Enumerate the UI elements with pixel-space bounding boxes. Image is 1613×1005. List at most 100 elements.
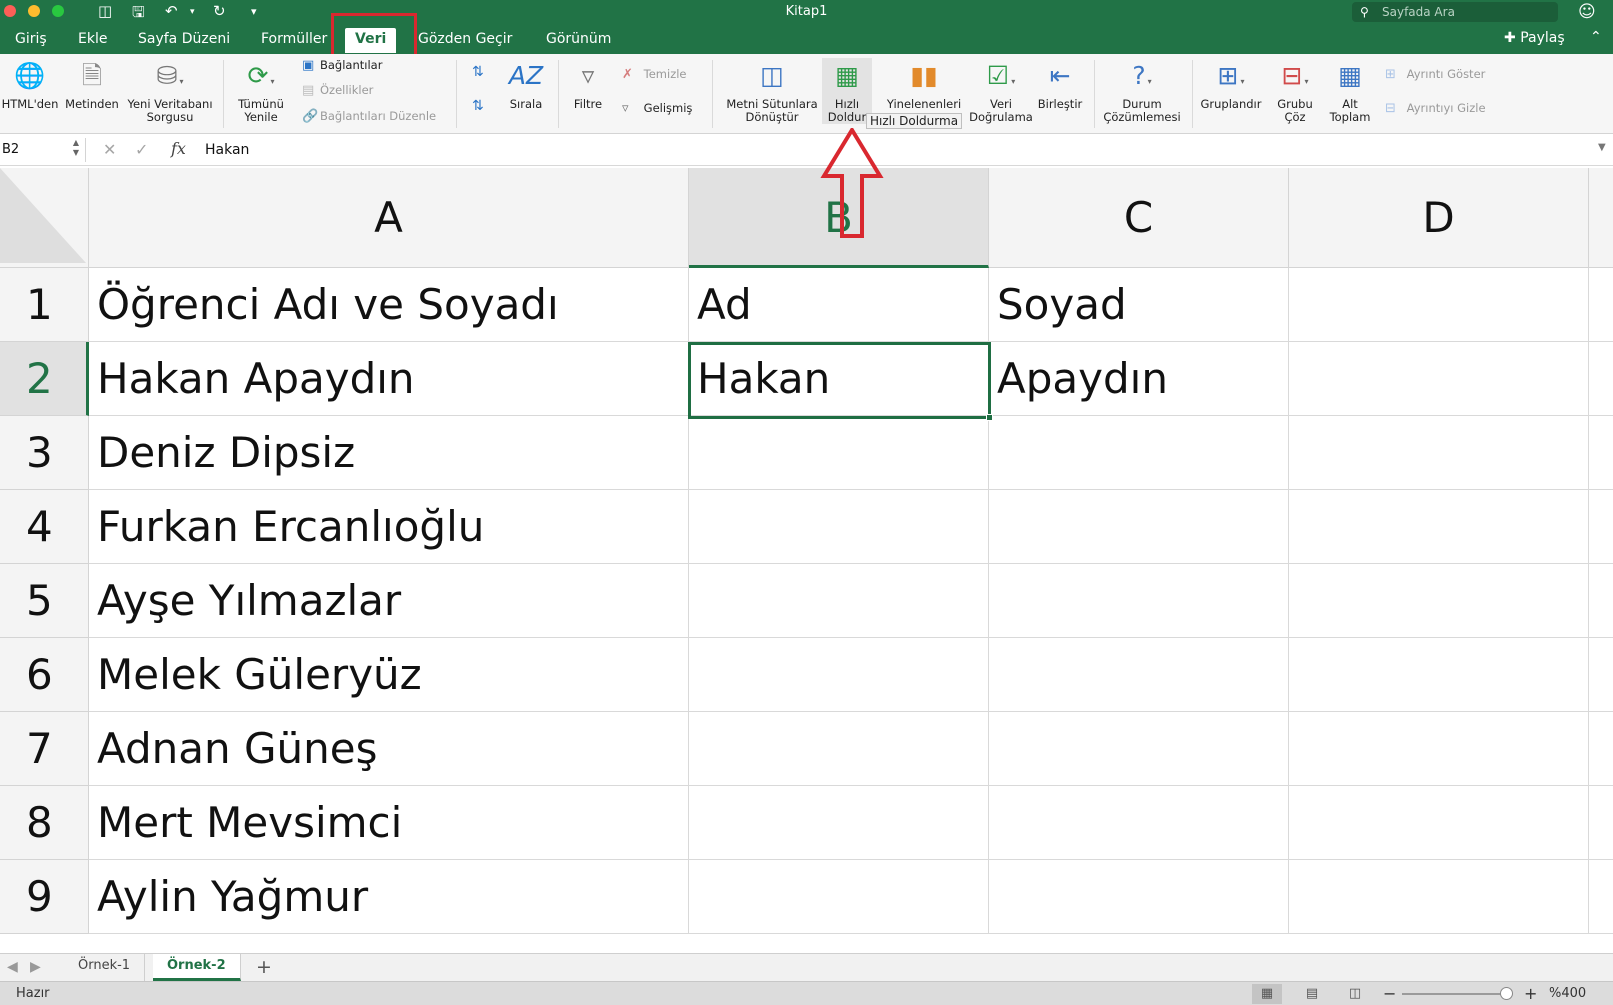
text-to-columns-button[interactable]: ◫ Metni Sütunlara Dönüştür <box>722 58 822 124</box>
sheet-tab-ornek-2[interactable]: Örnek-2 <box>153 954 241 981</box>
page-layout-view-icon[interactable]: ▤ <box>1297 984 1327 1004</box>
tab-review[interactable]: Gözden Geçir <box>418 31 512 47</box>
properties-button[interactable]: ▤ Özellikler <box>302 83 373 98</box>
connections-button[interactable]: ▣ Bağlantılar <box>302 58 382 73</box>
feedback-smiley-icon[interactable]: ☺ <box>1578 2 1596 22</box>
cancel-icon[interactable]: ✕ <box>103 140 116 159</box>
cell-a7[interactable]: Adnan Güneş <box>89 712 689 786</box>
previous-sheet-icon[interactable]: ◀ <box>7 959 18 975</box>
row-header-9[interactable]: 9 <box>0 860 89 934</box>
cell-d9[interactable] <box>1289 860 1589 934</box>
name-box-stepper-icon[interactable]: ▲ ▼ <box>73 138 79 158</box>
new-database-query-button[interactable]: ⛁ ▾ Yeni Veritabanı Sorgusu <box>124 58 216 124</box>
sort-ascending-button[interactable]: ⇅ <box>472 64 484 80</box>
cell-d3[interactable] <box>1289 416 1589 490</box>
row-header-3[interactable]: 3 <box>0 416 89 490</box>
cell-b7[interactable] <box>689 712 989 786</box>
cell-c1[interactable]: Soyad <box>989 268 1289 342</box>
cell-c8[interactable] <box>989 786 1289 860</box>
formula-input[interactable]: Hakan <box>205 142 249 158</box>
cell-b8[interactable] <box>689 786 989 860</box>
tab-view[interactable]: Görünüm <box>546 31 611 47</box>
cell-e1[interactable] <box>1589 268 1613 342</box>
tab-formulas[interactable]: Formüller <box>261 31 327 47</box>
clear-filter-button[interactable]: ✗ Temizle <box>622 67 687 82</box>
column-header-c[interactable]: C <box>989 168 1289 268</box>
column-header-a[interactable]: A <box>89 168 689 268</box>
cell-b4[interactable] <box>689 490 989 564</box>
collapse-ribbon-icon[interactable]: ⌃ <box>1590 29 1602 45</box>
remove-duplicates-button[interactable]: ▮▮ Yinelenenleri <box>878 58 970 111</box>
cell-c7[interactable] <box>989 712 1289 786</box>
cell-c3[interactable] <box>989 416 1289 490</box>
cell-a6[interactable]: Melek Güleryüz <box>89 638 689 712</box>
cell-a3[interactable]: Deniz Dipsiz <box>89 416 689 490</box>
cell-b5[interactable] <box>689 564 989 638</box>
row-header-5[interactable]: 5 <box>0 564 89 638</box>
sort-descending-button[interactable]: ⇅ <box>472 98 484 114</box>
refresh-all-button[interactable]: ⟳ ▾ Tümünü Yenile <box>230 58 292 124</box>
cell-d7[interactable] <box>1289 712 1589 786</box>
cell-e2[interactable] <box>1589 342 1613 416</box>
cell-c6[interactable] <box>989 638 1289 712</box>
cell-e3[interactable] <box>1589 416 1613 490</box>
enter-checkmark-icon[interactable]: ✓ <box>135 140 148 159</box>
cell-b3[interactable] <box>689 416 989 490</box>
ungroup-button[interactable]: ⊟ ▾ Grubu Çöz <box>1268 58 1322 124</box>
tab-page-layout[interactable]: Sayfa Düzeni <box>138 31 230 47</box>
cell-d1[interactable] <box>1289 268 1589 342</box>
sort-button[interactable]: AZ Sırala <box>504 58 548 111</box>
sheet-tab-ornek-1[interactable]: Örnek-1 <box>64 954 146 981</box>
column-header-d[interactable]: D <box>1289 168 1589 268</box>
from-text-button[interactable]: 🗎 Metinden <box>64 58 120 111</box>
flash-fill-button[interactable]: ▦ Hızlı Doldur <box>822 58 872 124</box>
cell-e8[interactable] <box>1589 786 1613 860</box>
zoom-in-button[interactable]: + <box>1524 984 1537 1003</box>
cell-c9[interactable] <box>989 860 1289 934</box>
zoom-slider-knob[interactable] <box>1500 987 1513 1000</box>
advanced-filter-button[interactable]: ▿ Gelişmiş <box>622 101 692 116</box>
row-header-2[interactable]: 2 <box>0 342 89 416</box>
cell-d2[interactable] <box>1289 342 1589 416</box>
cell-c5[interactable] <box>989 564 1289 638</box>
cell-b6[interactable] <box>689 638 989 712</box>
tab-home[interactable]: Giriş <box>15 31 47 47</box>
subtotal-button[interactable]: ▦ Alt Toplam <box>1324 58 1376 124</box>
data-validation-button[interactable]: ☑ ▾ Veri Doğrulama <box>966 58 1036 124</box>
cell-a4[interactable]: Furkan Ercanlıoğlu <box>89 490 689 564</box>
cell-e9[interactable] <box>1589 860 1613 934</box>
cell-d6[interactable] <box>1289 638 1589 712</box>
group-button[interactable]: ⊞ ▾ Gruplandır <box>1196 58 1266 111</box>
cell-b1[interactable]: Ad <box>689 268 989 342</box>
cell-e6[interactable] <box>1589 638 1613 712</box>
row-header-4[interactable]: 4 <box>0 490 89 564</box>
zoom-out-button[interactable]: − <box>1383 984 1396 1003</box>
normal-view-icon[interactable]: ▦ <box>1252 984 1282 1004</box>
zoom-level[interactable]: %400 <box>1549 986 1586 1001</box>
cell-c2[interactable]: Apaydın <box>989 342 1289 416</box>
what-if-analysis-button[interactable]: ? ▾ Durum Çözümlemesi <box>1098 58 1186 124</box>
cell-d4[interactable] <box>1289 490 1589 564</box>
column-header-e[interactable] <box>1589 168 1613 268</box>
hide-detail-button[interactable]: ⊟ Ayrıntıyı Gizle <box>1385 101 1486 116</box>
row-header-7[interactable]: 7 <box>0 712 89 786</box>
cell-c4[interactable] <box>989 490 1289 564</box>
select-all-corner[interactable] <box>0 168 89 268</box>
from-html-button[interactable]: 🌐 HTML'den <box>0 58 60 111</box>
insert-function-icon[interactable]: fx <box>171 139 186 158</box>
cell-e7[interactable] <box>1589 712 1613 786</box>
fill-handle[interactable] <box>986 414 993 421</box>
name-box[interactable]: B2 ▲ ▼ <box>0 138 86 162</box>
cell-e5[interactable] <box>1589 564 1613 638</box>
expand-formula-bar-icon[interactable]: ▼ <box>1598 142 1606 153</box>
row-header-8[interactable]: 8 <box>0 786 89 860</box>
tab-insert[interactable]: Ekle <box>78 31 107 47</box>
share-button[interactable]: ✚ Paylaş <box>1504 30 1565 46</box>
cell-d8[interactable] <box>1289 786 1589 860</box>
filter-button[interactable]: ▿ Filtre <box>566 58 610 111</box>
cell-b9[interactable] <box>689 860 989 934</box>
cell-a2[interactable]: Hakan Apaydın <box>89 342 689 416</box>
consolidate-button[interactable]: ⇤ Birleştir <box>1030 58 1090 111</box>
row-header-1[interactable]: 1 <box>0 268 89 342</box>
search-field[interactable]: ⚲ Sayfada Ara <box>1352 2 1558 22</box>
